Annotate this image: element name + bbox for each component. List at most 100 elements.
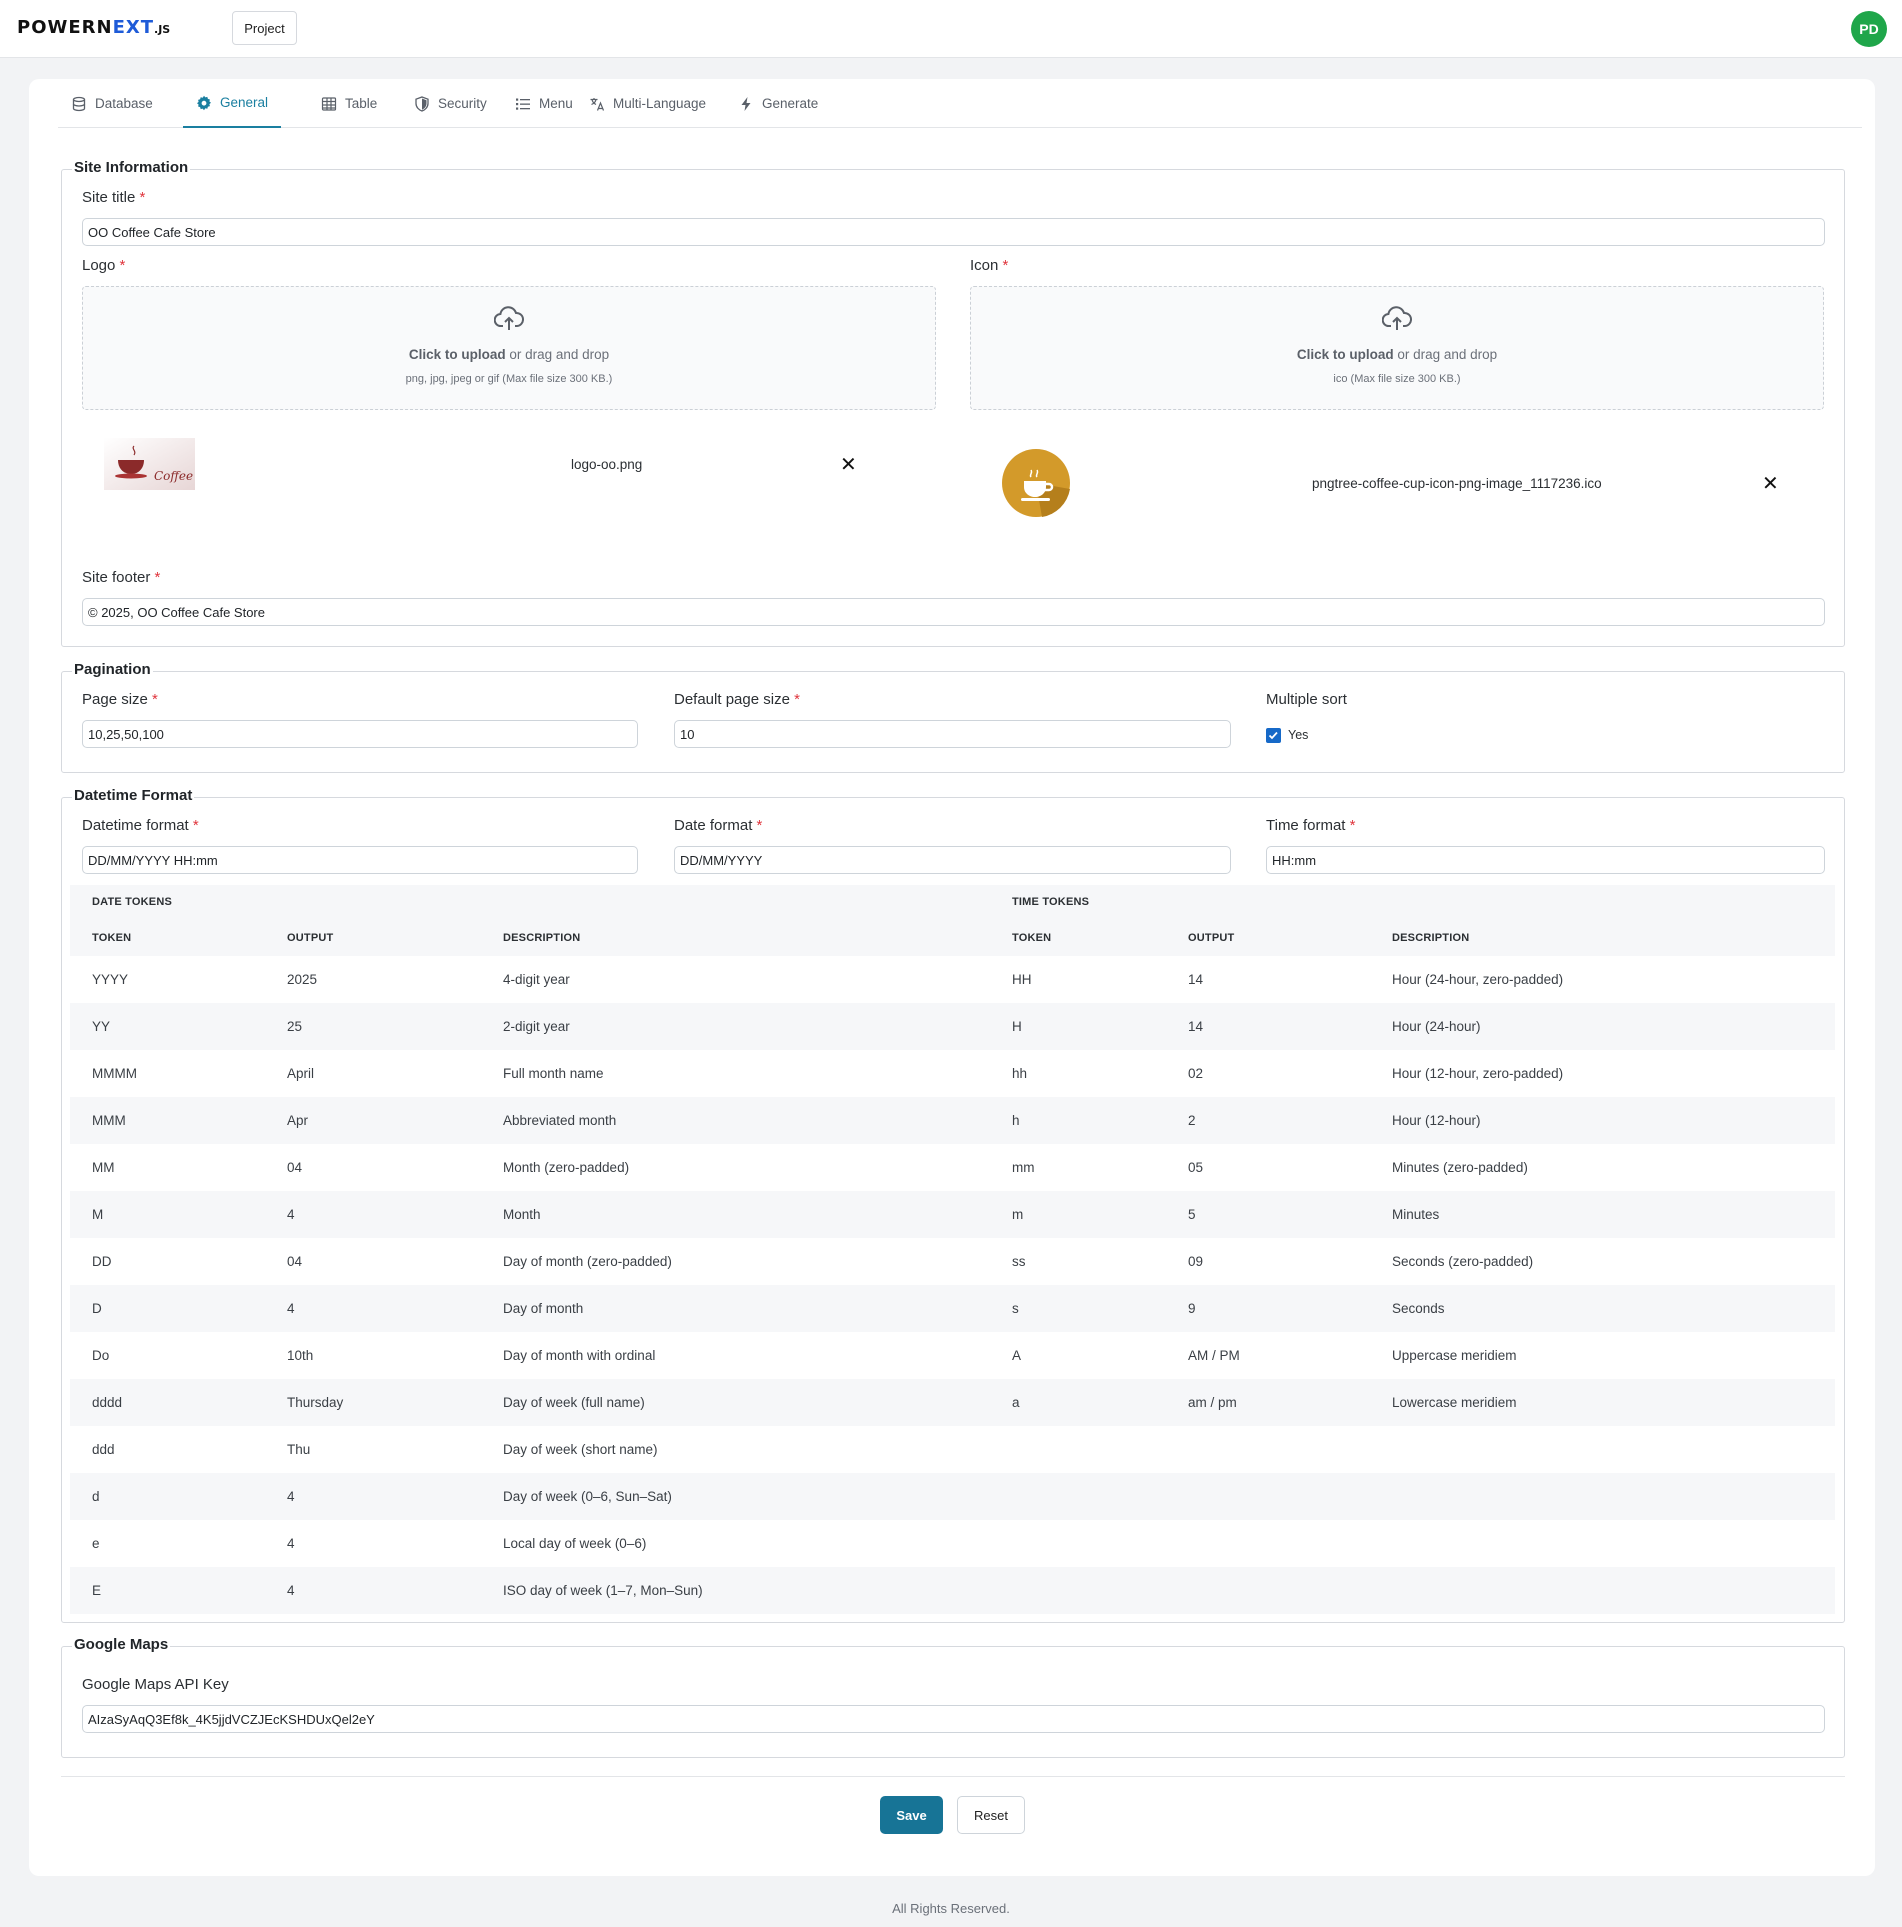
description-cell: Day of week (short name) [503,1442,658,1457]
brand-logo[interactable]: POWERNEXT.JS [17,17,170,38]
description-cell: Day of month with ordinal [503,1348,656,1363]
column-header: DESCRIPTION [1392,932,1470,944]
tab-table[interactable]: Table [308,79,390,128]
output-cell: 4 [287,1536,295,1551]
token-cell: HH [1012,972,1032,987]
token-cell: m [1012,1207,1024,1222]
description-cell: Hour (12-hour, zero-padded) [1392,1066,1564,1081]
description-cell: Full month name [503,1066,604,1081]
section-legend: Datetime Format [72,787,195,804]
token-cell: dddd [92,1395,123,1410]
time-tokens-title: TIME TOKENS [1012,896,1090,908]
translate-icon [589,96,605,112]
output-cell: am / pm [1188,1395,1237,1410]
divider [61,1776,1845,1777]
upload-hint: png, jpg, jpeg or gif (Max file size 300… [405,373,613,385]
list-icon [515,96,531,112]
token-cell: MM [92,1160,115,1175]
close-icon[interactable]: ✕ [840,455,857,475]
token-cell: a [1012,1395,1020,1410]
output-cell: 2025 [287,972,318,987]
token-cell: MMMM [92,1066,137,1081]
output-cell: 05 [1188,1160,1204,1175]
token-cell: e [92,1536,100,1551]
table-row: Do 10th Day of month with ordinal A AM / PM U… [70,1332,1835,1379]
icon-dropzone[interactable]: Click to upload or drag and drop ico (Ma… [970,286,1824,410]
token-cell: YYYY [92,972,129,987]
tab-general[interactable]: General [183,79,282,128]
token-cell: Do [92,1348,110,1363]
page-size-label: Page size * [82,691,158,708]
logo-filename: logo-oo.png [571,457,643,472]
output-cell: 4 [287,1207,295,1222]
tab-label: Menu [539,96,573,111]
output-cell: AM / PM [1188,1348,1240,1363]
gear-icon [196,95,212,111]
project-button[interactable]: Project [232,11,297,45]
tab-security[interactable]: Security [401,79,500,128]
close-icon[interactable]: ✕ [1762,474,1779,494]
tab-label: Generate [762,96,819,111]
upload-hint: ico (Max file size 300 KB.) [1333,373,1461,385]
icon-filename: pngtree-coffee-cup-icon-png-image_111723… [1312,476,1602,491]
page-footer: All Rights Reserved. [892,1901,1010,1916]
description-cell: Seconds [1392,1301,1445,1316]
site-title-input[interactable] [82,218,1825,246]
table-row: DD 04 Day of month (zero-padded) ss 09 Second… [70,1238,1835,1285]
shield-icon [414,95,430,112]
tab-label: Multi-Language [613,96,707,111]
icon-label: Icon * [970,257,1009,274]
description-cell: 2-digit year [503,1019,570,1034]
default-page-size-input[interactable] [674,720,1231,748]
tab-menu[interactable]: Menu [502,79,586,128]
time-format-label: Time format * [1266,817,1356,834]
column-header: OUTPUT [287,932,334,944]
avatar[interactable]: PD [1851,11,1887,47]
tab-label: Database [95,96,153,111]
table-row: E 4 ISO day of week (1–7, Mon–Sun) [70,1567,1835,1614]
tab-generate[interactable]: Generate [725,79,831,128]
description-cell: Month [503,1207,541,1222]
save-button[interactable]: Save [880,1796,943,1834]
table-row: M 4 Month m 5 Minutes [70,1191,1835,1238]
description-cell: Minutes (zero-padded) [1392,1160,1528,1175]
site-information-section: Site Information Site title * Logo * Ico… [61,159,1845,647]
table-row: e 4 Local day of week (0–6) [70,1520,1835,1567]
page-size-input[interactable] [82,720,638,748]
description-cell: Day of month (zero-padded) [503,1254,672,1269]
tab-database[interactable]: Database [58,79,166,128]
logo-dropzone[interactable]: Click to upload or drag and drop png, jp… [82,286,936,410]
table-row: MM 04 Month (zero-padded) mm 05 Minutes (zero… [70,1144,1835,1191]
token-cell: D [92,1301,102,1316]
reset-button[interactable]: Reset [957,1796,1025,1834]
output-cell: 4 [287,1583,295,1598]
pagination-section: Pagination Page size * Default page size… [61,661,1845,773]
multiple-sort-checkbox[interactable] [1266,728,1281,743]
column-header: TOKEN [92,932,132,944]
tab-multi-language[interactable]: Multi-Language [576,79,719,128]
time-format-input[interactable] [1266,846,1825,874]
column-header: TOKEN [1012,932,1052,944]
tab-bar: Database General Table Security Menu Mul… [58,79,1862,128]
main-card: Database General Table Security Menu Mul… [29,79,1875,1876]
svg-text:Coffee Shop: Coffee Shop [154,469,195,483]
token-cell: hh [1012,1066,1028,1081]
output-cell: 09 [1188,1254,1204,1269]
tab-label: Table [345,96,378,111]
site-footer-label: Site footer * [82,569,161,586]
top-header: POWERNEXT.JS Project PD [0,0,1902,58]
token-cell: d [92,1489,100,1504]
date-format-input[interactable] [674,846,1231,874]
date-tokens-title: DATE TOKENS [92,896,173,908]
site-footer-input[interactable] [82,598,1825,626]
upload-instructions: Click to upload or drag and drop [1296,347,1498,362]
table-icon [321,96,337,112]
section-legend: Site Information [72,159,191,176]
token-cell: YY [92,1019,111,1034]
token-cell: ss [1012,1254,1026,1269]
google-maps-api-key-input[interactable] [82,1705,1825,1733]
datetime-format-input[interactable] [82,846,638,874]
token-cell: M [92,1207,104,1222]
token-cell: A [1012,1348,1022,1363]
table-row: MMM Apr Abbreviated month h 2 Hour (12-hour) [70,1097,1835,1144]
